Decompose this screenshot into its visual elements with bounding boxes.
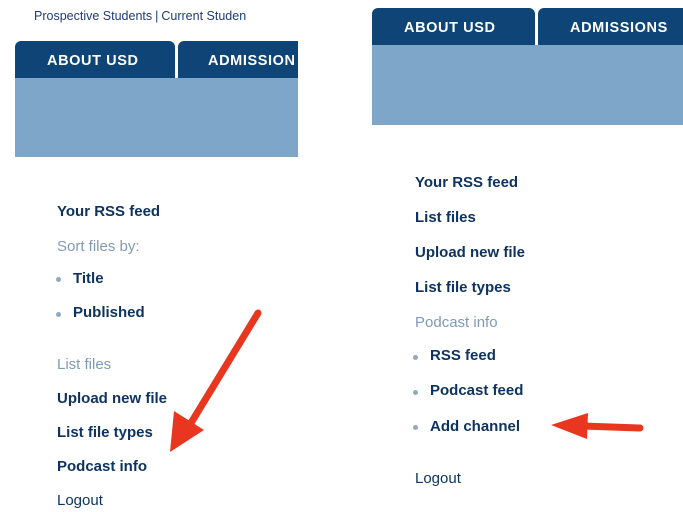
right-screenshot-panel: ABOUT USD ADMISSIONS Your RSS feed List … <box>362 0 683 512</box>
left-screenshot-panel: Prospective Students | Current Studen ABOU… <box>0 0 298 512</box>
annotation-arrow-icon <box>170 309 262 452</box>
annotation-arrow-icon <box>551 413 644 439</box>
